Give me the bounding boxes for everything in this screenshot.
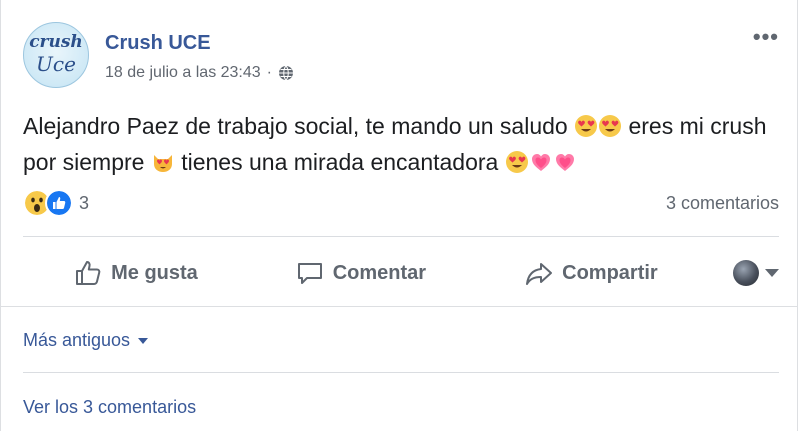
avatar-logo: crush Uce [29,32,83,76]
page-avatar[interactable]: crush Uce [23,22,89,88]
post-text-part-3: tienes una mirada encantadora [174,149,505,175]
heart-eyes-emoji [574,114,598,138]
divider [23,236,779,237]
post-actions: Me gusta Comentar Compartir [23,246,779,300]
page-name-link[interactable]: Crush UCE [105,32,211,55]
chevron-down-icon [138,337,149,344]
divider [23,372,779,373]
reaction-as-selector[interactable] [709,260,779,286]
post-meta: 18 de julio a las 23:43 · [105,64,294,82]
comment-icon [297,263,322,284]
more-options-icon[interactable]: ••• [753,26,779,48]
view-comments-link[interactable]: Ver los 3 comentarios [23,397,196,418]
like-label: Me gusta [111,261,198,284]
comments-count-link[interactable]: 3 comentarios [666,193,779,214]
post-card: crush Uce Crush UCE 18 de julio a las 23… [0,0,798,432]
globe-icon[interactable] [278,65,294,81]
thumbs-up-icon [76,261,101,285]
post-header: crush Uce Crush UCE 18 de julio a las 23… [1,0,797,95]
share-label: Compartir [562,261,658,284]
avatar-logo-text-bottom: Uce [36,52,76,76]
reactions-summary: 3 3 comentarios [23,188,779,218]
comment-button[interactable]: Comentar [248,258,473,288]
comment-sort-label: Más antiguos [23,330,131,350]
like-icon [45,189,73,217]
heart-eyes-emoji [598,114,622,138]
chevron-down-icon [765,269,779,277]
comment-label: Comentar [332,261,427,284]
heart-eyes-cat-emoji [151,150,175,174]
like-button[interactable]: Me gusta [23,258,248,288]
post-text: Alejandro Paez de trabajo social, te man… [23,108,783,180]
share-button[interactable]: Compartir [473,258,709,288]
pink-heart-emoji [553,150,577,174]
heart-eyes-emoji [505,150,529,174]
meta-separator: · [266,64,272,81]
pink-heart-emoji [529,150,553,174]
user-avatar [733,260,759,286]
post-text-part-1: Alejandro Paez de trabajo social, te man… [23,113,575,139]
reaction-icons[interactable] [23,189,73,217]
share-arrow-icon [526,263,553,285]
post-timestamp[interactable]: 18 de julio a las 23:43 [105,64,261,82]
avatar-logo-text-top: crush [29,32,83,52]
comment-sort-dropdown[interactable]: Más antiguos [23,330,149,351]
reaction-count[interactable]: 3 [79,193,89,214]
